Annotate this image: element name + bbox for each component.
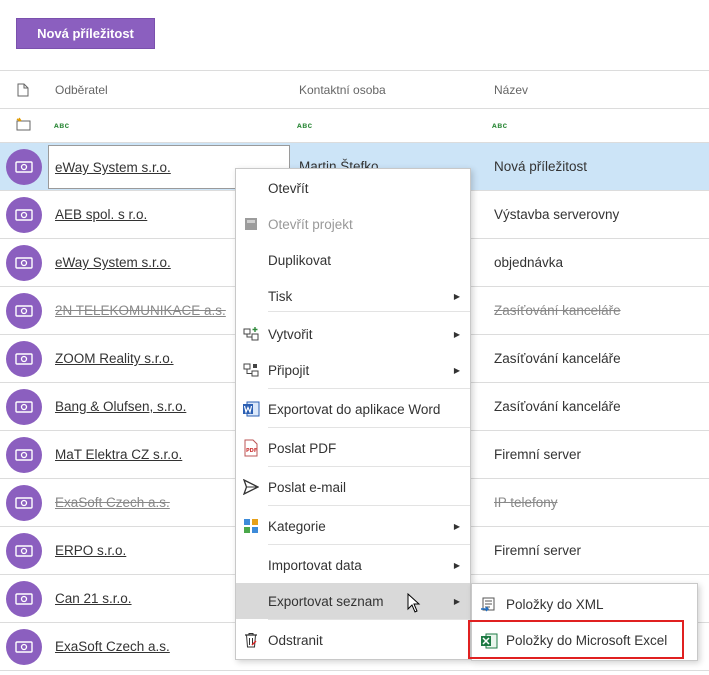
submenu-arrow-icon: ▶ <box>453 365 460 375</box>
menu-item-label: Kategorie <box>268 518 326 534</box>
row-name: Zasíťování kanceláře <box>494 303 621 318</box>
text-filter-icon[interactable]: ᴀʙᴄ <box>297 121 313 130</box>
new-opportunity-button[interactable]: Nová příležitost <box>16 18 155 49</box>
document-icon <box>17 83 29 97</box>
row-name: Zasíťování kanceláře <box>494 399 621 414</box>
submenu-arrow-icon: ▶ <box>453 521 460 531</box>
menu-item-label: Exportovat seznam <box>268 593 384 609</box>
row-name: Výstavba serverovny <box>494 207 620 222</box>
grid-top-border <box>0 70 709 71</box>
menu-item-importovat-data[interactable]: Importovat data ▶ <box>236 547 470 583</box>
menu-item-kategorie[interactable]: Kategorie ▶ <box>236 508 470 544</box>
row-customer-link[interactable]: MaT Elektra CZ s.r.o. <box>55 447 182 462</box>
submenu-item-xml[interactable]: Položky do XML <box>472 587 697 623</box>
submenu-item-label: Položky do XML <box>506 597 604 612</box>
row-customer-link[interactable]: eWay System s.r.o. <box>55 255 171 270</box>
menu-item-otevrit[interactable]: Otevřít <box>236 170 470 206</box>
svg-text:PDF: PDF <box>246 448 257 454</box>
project-icon <box>242 215 260 233</box>
menu-item-label: Duplikovat <box>268 252 332 268</box>
text-filter-icon[interactable]: ᴀʙᴄ <box>54 121 70 130</box>
send-icon <box>242 478 260 496</box>
submenu-arrow-icon: ▶ <box>453 560 460 570</box>
attach-icon <box>242 361 260 379</box>
opportunity-icon <box>6 437 42 473</box>
menu-item-exportovat-seznam[interactable]: Exportovat seznam ▶ <box>236 583 470 619</box>
opportunity-icon <box>6 293 42 329</box>
column-header-contact[interactable]: Kontaktní osoba <box>299 83 386 97</box>
trash-icon <box>242 631 260 649</box>
row-customer-link[interactable]: ExaSoft Czech a.s. <box>55 639 170 654</box>
row-customer-link[interactable]: Can 21 s.r.o. <box>55 591 132 606</box>
menu-separator <box>268 427 470 428</box>
opportunity-icon <box>6 197 42 233</box>
menu-item-label: Vytvořit <box>268 326 313 342</box>
column-header-customer[interactable]: Odběratel <box>55 83 108 97</box>
submenu-arrow-icon: ▶ <box>453 596 460 606</box>
menu-item-label: Poslat PDF <box>268 440 337 456</box>
opportunity-icon <box>6 149 42 185</box>
row-customer-link[interactable]: Bang & Olufsen, s.r.o. <box>55 399 186 414</box>
column-header-name[interactable]: Název <box>494 83 528 97</box>
opportunity-icon <box>6 341 42 377</box>
highlight-box <box>468 620 684 659</box>
create-icon <box>242 325 260 343</box>
opportunity-icon <box>6 245 42 281</box>
menu-item-vytvorit[interactable]: Vytvořit ▶ <box>236 316 470 352</box>
menu-separator <box>268 388 470 389</box>
word-icon <box>242 400 260 418</box>
row-divider <box>0 670 709 671</box>
menu-separator <box>268 505 470 506</box>
submenu-arrow-icon: ▶ <box>453 291 460 301</box>
row-customer-link[interactable]: eWay System s.r.o. <box>55 160 171 175</box>
opportunity-icon <box>6 533 42 569</box>
menu-separator <box>268 466 470 467</box>
row-customer-link[interactable]: ZOOM Reality s.r.o. <box>55 351 174 366</box>
xml-export-icon <box>481 597 495 612</box>
menu-item-label: Připojit <box>268 362 310 378</box>
submenu-arrow-icon: ▶ <box>453 329 460 339</box>
menu-item-label: Importovat data <box>268 557 362 573</box>
row-customer-link[interactable]: AEB spol. s r.o. <box>55 207 147 222</box>
row-customer-link[interactable]: ExaSoft Czech a.s. <box>55 495 170 510</box>
row-customer-link[interactable]: ERPO s.r.o. <box>55 543 126 558</box>
row-name: Firemní server <box>494 447 582 462</box>
mouse-cursor-icon <box>407 593 421 613</box>
opportunity-icon <box>6 581 42 617</box>
menu-item-pripojit[interactable]: Připojit ▶ <box>236 352 470 388</box>
category-icon <box>242 517 260 535</box>
menu-item-label: Tisk <box>268 288 293 304</box>
text-filter-icon[interactable]: ᴀʙᴄ <box>492 121 508 130</box>
menu-item-odstranit[interactable]: Odstranit <box>236 622 470 658</box>
row-name: objednávka <box>494 255 564 270</box>
row-name: Firemní server <box>494 543 582 558</box>
menu-item-poslat-pdf[interactable]: PDF Poslat PDF <box>236 430 470 466</box>
new-row-icon[interactable] <box>16 117 32 131</box>
header-divider <box>0 108 709 109</box>
menu-item-label: Otevřít <box>268 180 309 196</box>
row-customer-link[interactable]: 2N TELEKOMUNIKACE a.s. <box>55 303 226 318</box>
menu-item-label: Exportovat do aplikace Word <box>268 401 441 417</box>
row-name: Nová příležitost <box>494 159 588 174</box>
context-menu: Otevřít Otevřít projekt Duplikovat Tisk ▶ Vyt… <box>235 168 471 660</box>
opportunity-icon <box>6 389 42 425</box>
menu-item-label: Otevřít projekt <box>268 216 353 232</box>
menu-separator <box>268 619 470 620</box>
opportunity-icon <box>6 629 42 665</box>
menu-separator <box>268 544 470 545</box>
pdf-icon: PDF <box>242 439 260 457</box>
opportunity-icon <box>6 485 42 521</box>
menu-item-label: Odstranit <box>268 632 323 648</box>
menu-item-tisk[interactable]: Tisk ▶ <box>236 278 470 314</box>
row-name: IP telefony <box>494 495 558 510</box>
menu-item-exportovat-do-aplikace-word[interactable]: Exportovat do aplikace Word <box>236 391 470 427</box>
menu-item-poslat-e-mail[interactable]: Poslat e-mail <box>236 469 470 505</box>
menu-item-otevrit-projekt: Otevřít projekt <box>236 206 470 242</box>
menu-item-duplikovat[interactable]: Duplikovat <box>236 242 470 278</box>
menu-item-label: Poslat e-mail <box>268 479 347 495</box>
row-name: Zasíťování kanceláře <box>494 351 621 366</box>
